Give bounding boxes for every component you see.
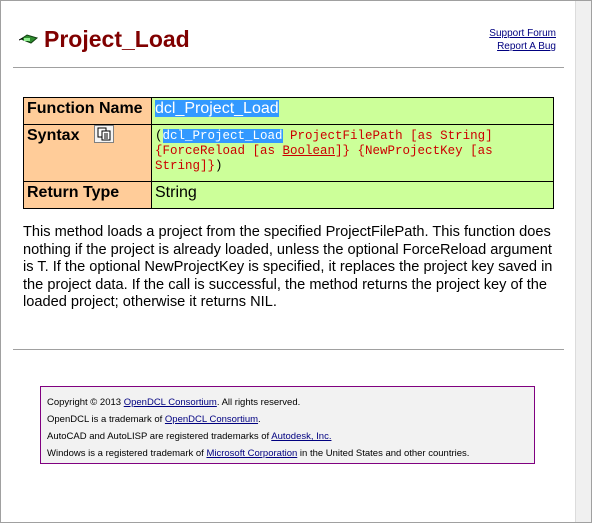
footer-line: Windows is a registered trademark of Mic… bbox=[47, 445, 534, 462]
header-divider bbox=[13, 67, 564, 68]
copy-icon bbox=[97, 127, 111, 141]
copy-button[interactable] bbox=[93, 125, 114, 143]
page-header: Project_Load Support Forum Report A Bug bbox=[1, 1, 576, 67]
table-row: Syntax (dcl_Project_Load ProjectFilePath… bbox=[23, 124, 554, 182]
footer-text: AutoCAD and AutoLISP are registered trad… bbox=[47, 431, 272, 442]
syntax-open-paren: ( bbox=[155, 129, 163, 143]
opendcl-link[interactable]: OpenDCL Consortium bbox=[165, 414, 258, 425]
page-title: Project_Load bbox=[44, 26, 190, 52]
syntax-arg-forcereload: {ForceReload [as bbox=[155, 144, 283, 158]
header-links: Support Forum Report A Bug bbox=[489, 27, 556, 53]
help-page: Project_Load Support Forum Report A Bug … bbox=[0, 0, 592, 523]
footer-text: OpenDCL is a trademark of bbox=[47, 414, 165, 425]
support-forum-link[interactable]: Support Forum bbox=[489, 27, 556, 40]
footer-text: in the United States and other countries… bbox=[297, 448, 470, 459]
syntax-label: Syntax bbox=[27, 127, 80, 145]
table-row: Function Name dcl_Project_Load bbox=[23, 97, 554, 125]
microsoft-link[interactable]: Microsoft Corporation bbox=[206, 448, 297, 459]
return-type-label: Return Type bbox=[23, 181, 152, 209]
description: This method loads a project from the spe… bbox=[23, 224, 553, 310]
footer-line: AutoCAD and AutoLISP are registered trad… bbox=[47, 428, 534, 445]
vertical-scrollbar[interactable] bbox=[575, 1, 591, 522]
syntax-label-cell: Syntax bbox=[23, 124, 152, 182]
syntax-function[interactable]: dcl_Project_Load bbox=[162, 129, 283, 143]
syntax-arg-newprojectkey: ]} {NewProjectKey [as bbox=[335, 144, 493, 158]
function-table: Function Name dcl_Project_Load Syntax (d… bbox=[23, 97, 554, 209]
syntax-boolean-link[interactable]: Boolean bbox=[283, 144, 336, 158]
content-divider bbox=[13, 349, 564, 350]
copyright-footer: Copyright © 2013 OpenDCL Consortium. All… bbox=[40, 386, 535, 464]
footer-text: . bbox=[258, 414, 261, 425]
function-name-text[interactable]: dcl_Project_Load bbox=[155, 100, 279, 117]
return-type-value: String bbox=[151, 181, 554, 209]
opendcl-link[interactable]: OpenDCL Consortium bbox=[124, 397, 217, 408]
function-name-value[interactable]: dcl_Project_Load bbox=[151, 97, 554, 125]
table-row: Return Type String bbox=[23, 181, 554, 209]
syntax-arg-string: String]} bbox=[155, 159, 216, 173]
project-icon bbox=[19, 34, 39, 44]
function-name-label: Function Name bbox=[23, 97, 152, 125]
syntax-close-paren: ) bbox=[215, 159, 223, 173]
syntax-arg-projectfilepath: ProjectFilePath [as String] bbox=[282, 129, 493, 143]
footer-text: Copyright © 2013 bbox=[47, 397, 124, 408]
syntax-value[interactable]: (dcl_Project_Load ProjectFilePath [as St… bbox=[151, 124, 554, 182]
autodesk-link[interactable]: Autodesk, Inc. bbox=[271, 431, 331, 442]
footer-text: . All rights reserved. bbox=[216, 397, 301, 408]
report-bug-link[interactable]: Report A Bug bbox=[489, 40, 556, 53]
footer-line: Copyright © 2013 OpenDCL Consortium. All… bbox=[47, 394, 534, 411]
syntax-code[interactable]: (dcl_Project_Load ProjectFilePath [as St… bbox=[155, 127, 550, 174]
footer-text: Windows is a registered trademark of bbox=[47, 448, 207, 459]
footer-line: OpenDCL is a trademark of OpenDCL Consor… bbox=[47, 411, 534, 428]
